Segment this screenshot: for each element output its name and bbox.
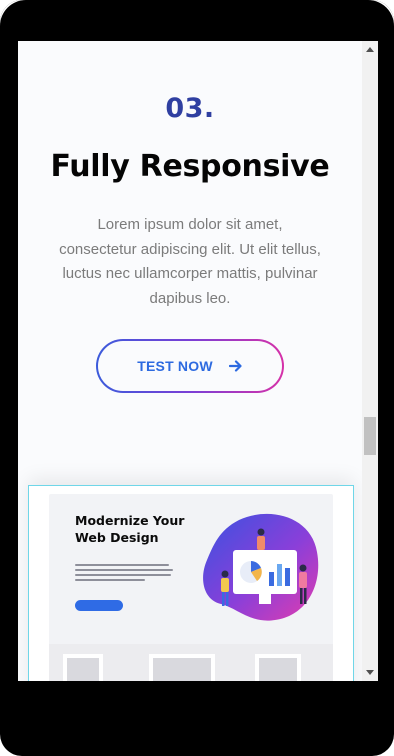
website-preview-card: Modernize Your Web Design <box>28 485 354 681</box>
arrow-right-icon <box>228 359 243 373</box>
scroll-down-arrow-icon[interactable] <box>362 665 378 681</box>
preview-text-lines <box>75 564 173 584</box>
step-number: 03. <box>165 93 215 124</box>
preview-thumbnail <box>149 654 215 681</box>
preview-thumbnail <box>255 654 301 681</box>
test-now-button[interactable]: TEST NOW <box>96 339 284 393</box>
vertical-scrollbar[interactable] <box>362 41 378 681</box>
preview-line <box>75 574 171 576</box>
analytics-illustration <box>203 513 319 621</box>
test-now-button-inner[interactable]: TEST NOW <box>98 341 282 391</box>
test-now-button-label: TEST NOW <box>137 358 213 374</box>
preview-line <box>75 579 145 581</box>
browser-viewport: 03. Fully Responsive Lorem ipsum dolor s… <box>18 41 378 681</box>
feature-description: Lorem ipsum dolor sit amet, consectetur … <box>59 216 321 307</box>
preview-thumbnail <box>63 654 103 681</box>
scroll-up-arrow-icon[interactable] <box>362 41 378 57</box>
device-frame: 03. Fully Responsive Lorem ipsum dolor s… <box>0 0 394 756</box>
preview-line <box>75 569 173 571</box>
preview-line <box>75 564 169 566</box>
preview-title: Modernize Your Web Design <box>75 513 185 545</box>
preview-cta-button <box>75 600 123 611</box>
scrollbar-thumb[interactable] <box>364 417 376 455</box>
page-content: 03. Fully Responsive Lorem ipsum dolor s… <box>18 41 362 681</box>
preview-mockup: Modernize Your Web Design <box>49 494 333 681</box>
feature-title: Fully Responsive <box>50 149 330 184</box>
